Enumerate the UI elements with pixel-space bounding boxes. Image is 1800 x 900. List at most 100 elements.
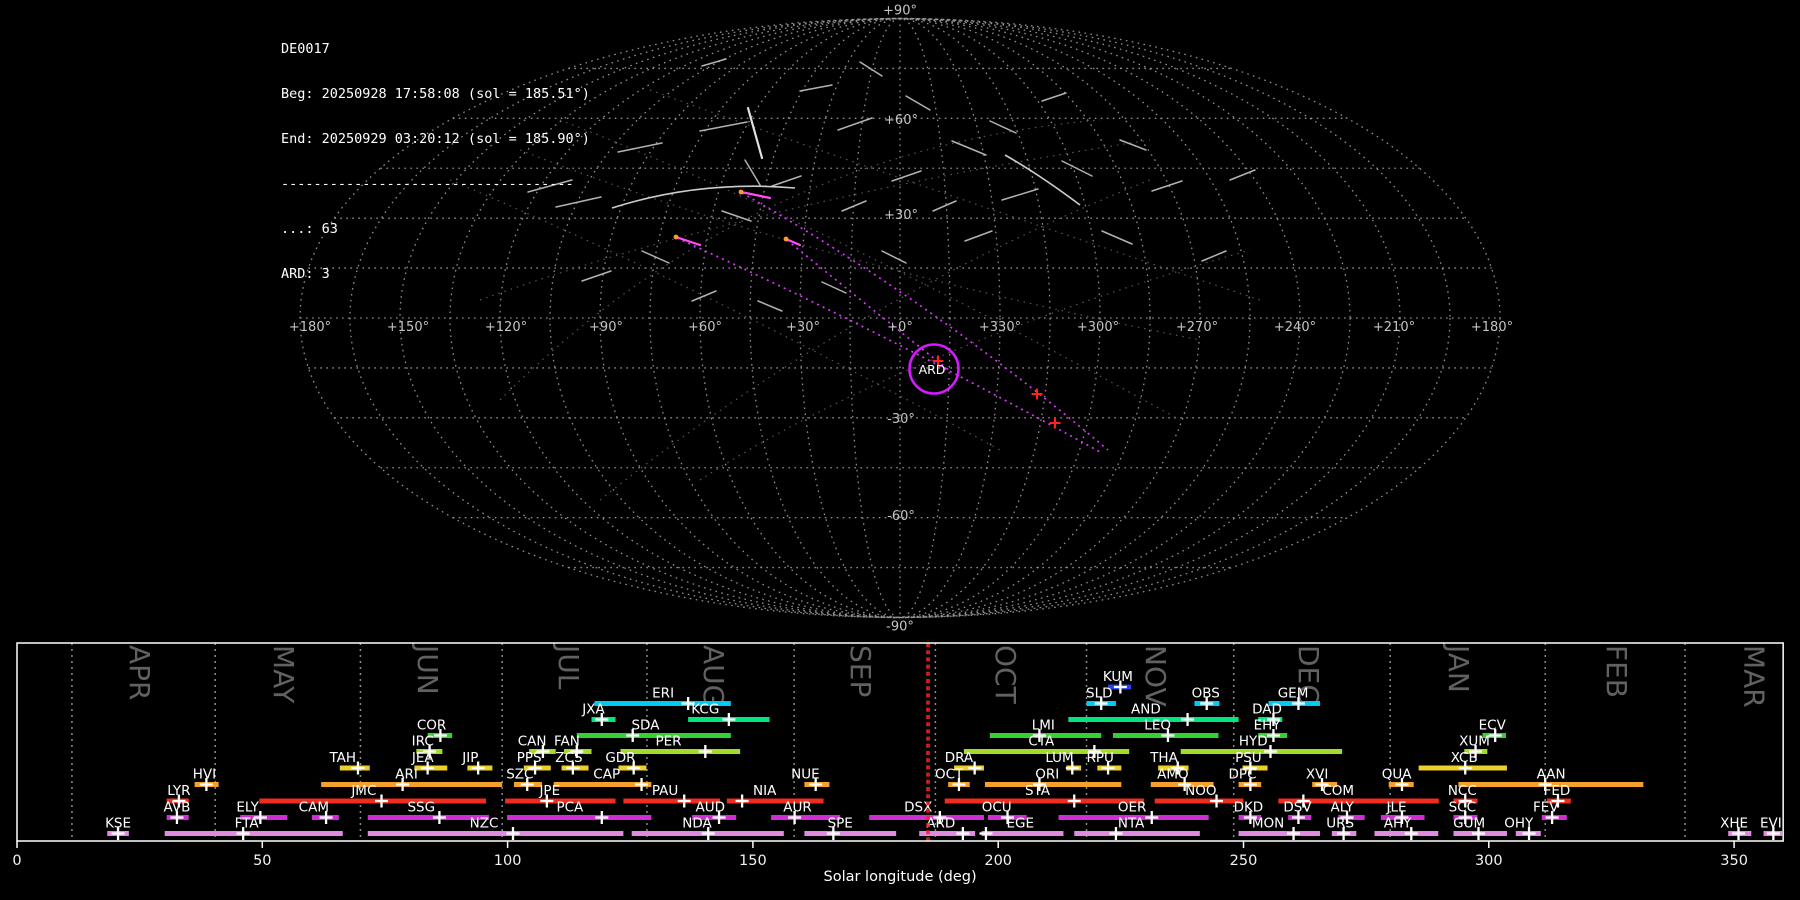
shower-bar-ori[interactable] bbox=[984, 782, 1122, 787]
shower-code-label: DSX bbox=[904, 800, 932, 816]
shower-code-label: AUR bbox=[783, 800, 812, 816]
shower-bar-per[interactable] bbox=[620, 749, 741, 754]
meteor-streak bbox=[1201, 250, 1227, 262]
shower-code-label: HVI bbox=[193, 767, 216, 783]
shower-code-label: SPE bbox=[828, 816, 853, 832]
header-separator: ------------------------------------ bbox=[281, 176, 574, 192]
map-grid-label: +180° bbox=[289, 320, 331, 335]
shower-track-arc bbox=[699, 249, 1251, 481]
shower-peak-marker bbox=[1067, 794, 1081, 808]
shower-bar-mon[interactable] bbox=[1238, 831, 1321, 836]
meteor-streak bbox=[837, 117, 873, 131]
shower-code-label: JLE bbox=[1386, 800, 1407, 816]
shower-peak-marker bbox=[677, 794, 691, 808]
shower-code-label: ECV bbox=[1479, 718, 1507, 734]
shower-peak-marker bbox=[595, 811, 609, 824]
shower-code-label: AVB bbox=[163, 800, 190, 816]
shower-code-label: GEM bbox=[1278, 686, 1309, 702]
shower-bar-sta[interactable] bbox=[944, 798, 1144, 804]
shower-bar-jmc[interactable] bbox=[259, 798, 487, 804]
shower-peak-marker bbox=[1145, 811, 1159, 824]
month-label: MAR bbox=[1738, 645, 1771, 708]
meteor-streak bbox=[821, 281, 847, 294]
shower-bar-sda[interactable] bbox=[576, 733, 731, 738]
axis-tick-label: 0 bbox=[12, 853, 21, 869]
shower-code-label: LMI bbox=[1032, 718, 1055, 734]
shower-code-label: TAH bbox=[328, 750, 356, 766]
shower-bar-pca[interactable] bbox=[507, 815, 652, 820]
shower-code-label: ZCS bbox=[555, 750, 582, 766]
meteor-streak bbox=[721, 210, 752, 222]
shower-code-label: OHY bbox=[1504, 816, 1534, 832]
shower-code-label: PSU bbox=[1235, 750, 1262, 766]
meteor-streak bbox=[699, 121, 748, 132]
month-label: AUG bbox=[697, 645, 730, 706]
shower-code-label: NOO bbox=[1185, 783, 1216, 799]
month-label: APR bbox=[123, 645, 156, 701]
month-label: FEB bbox=[1600, 645, 1633, 698]
map-grid-label: +90° bbox=[589, 320, 623, 335]
shower-code-label: OCT bbox=[935, 767, 964, 783]
shower-code-label: FTA bbox=[235, 816, 260, 832]
month-label: SEP bbox=[844, 645, 877, 697]
map-grid-label: +240° bbox=[1274, 320, 1316, 335]
radiant-cross-marker bbox=[1049, 417, 1061, 429]
shower-code-label: JPE bbox=[538, 783, 560, 799]
map-grid-label: -90° bbox=[886, 620, 914, 635]
shower-code-label: PAU bbox=[652, 783, 678, 799]
shower-code-label: XCB bbox=[1451, 750, 1478, 766]
meteor-begin-point bbox=[673, 234, 679, 240]
shower-code-label: KSE bbox=[105, 816, 131, 832]
axis-tick-label: 100 bbox=[494, 853, 522, 869]
map-grid-label: +60° bbox=[688, 320, 722, 335]
shower-bar-nta[interactable] bbox=[1074, 831, 1200, 836]
observation-header: DE0017 Beg: 20250928 17:58:08 (sol = 185… bbox=[281, 12, 590, 312]
shower-peak-marker bbox=[722, 713, 736, 726]
shower-code-label: FAN bbox=[554, 734, 580, 750]
meteor-streak bbox=[989, 120, 1017, 134]
shower-bar-nzc[interactable] bbox=[367, 831, 624, 836]
shower-track-arc bbox=[599, 179, 1151, 501]
shower-code-label: LYR bbox=[167, 783, 190, 799]
shower-bar-ari[interactable] bbox=[321, 782, 503, 787]
shower-code-label: NDA bbox=[682, 816, 712, 832]
shower-code-label: XHE bbox=[1720, 816, 1748, 832]
shower-code-label: EGE bbox=[1007, 816, 1035, 832]
ard-meteor-trajectory bbox=[786, 239, 951, 372]
shower-bar-fta[interactable] bbox=[164, 831, 343, 836]
shower-code-label: COM bbox=[1322, 783, 1354, 799]
meteor-streak bbox=[905, 95, 931, 111]
meteor-streak bbox=[881, 250, 907, 264]
map-grid-label: +150° bbox=[387, 320, 429, 335]
shower-code-label: NIA bbox=[753, 783, 777, 799]
meteor-begin-point bbox=[783, 236, 789, 242]
shower-bar-spe[interactable] bbox=[804, 831, 897, 836]
shower-peak-marker bbox=[506, 827, 520, 840]
shower-code-label: ELY bbox=[236, 800, 259, 816]
shower-code-label: NUE bbox=[791, 767, 820, 783]
shower-code-label: SDA bbox=[631, 718, 660, 734]
meteor-streak bbox=[1101, 230, 1133, 245]
shower-code-label: AND bbox=[1131, 702, 1161, 718]
shower-bar-noo[interactable] bbox=[1154, 798, 1244, 804]
shower-peak-marker bbox=[956, 827, 970, 840]
month-label: JUN bbox=[411, 643, 444, 695]
shower-peak-marker bbox=[375, 794, 389, 808]
meteor-streak bbox=[891, 170, 922, 182]
shower-code-label: LUM bbox=[1045, 750, 1073, 766]
meteor-streak bbox=[932, 200, 957, 212]
month-label: OCT bbox=[989, 645, 1022, 705]
map-grid-label: -60° bbox=[887, 509, 915, 524]
month-label: JUL bbox=[552, 643, 585, 690]
shower-track-arc bbox=[499, 119, 1101, 401]
map-grid-label: +210° bbox=[1373, 320, 1415, 335]
month-label: MAY bbox=[267, 645, 300, 704]
shower-code-label: FEV bbox=[1533, 800, 1559, 816]
shower-peak-marker bbox=[698, 745, 712, 758]
shower-code-label: SLD bbox=[1086, 686, 1113, 702]
shower-code-label: FED bbox=[1544, 783, 1571, 799]
shower-bar-ege[interactable] bbox=[981, 831, 1064, 836]
shower-peak-marker bbox=[979, 827, 993, 840]
shower-code-label: KUM bbox=[1103, 669, 1133, 685]
meteor-streak bbox=[1229, 169, 1256, 181]
